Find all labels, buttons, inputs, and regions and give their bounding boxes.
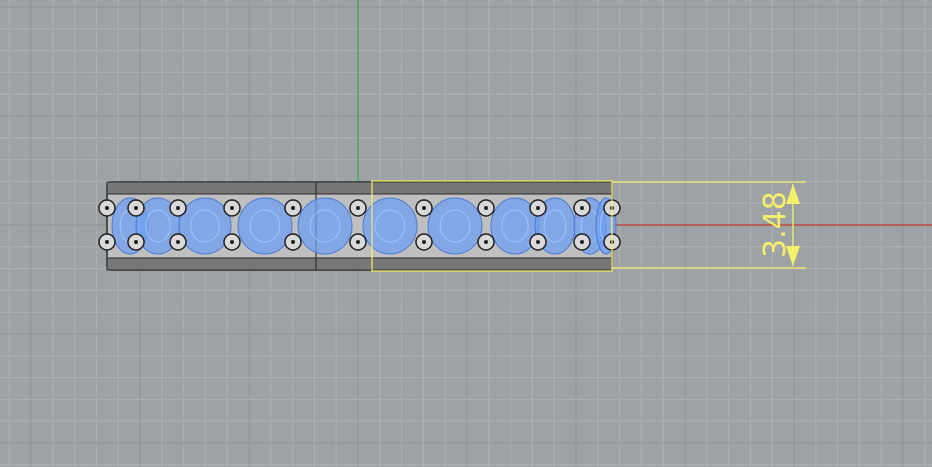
prong-center [356, 240, 360, 244]
ring-bottom-rail [106, 257, 613, 271]
prong-center [422, 240, 426, 244]
prong-center [422, 206, 426, 210]
gemstone[interactable] [427, 197, 483, 255]
prong-center [134, 206, 138, 210]
ring-top-rail [106, 181, 613, 195]
prong-center [230, 240, 234, 244]
prong-center [484, 240, 488, 244]
cad-viewport[interactable]: 3.48 [0, 0, 932, 467]
gemstone[interactable] [362, 197, 418, 255]
dimension-value[interactable]: 3.48 [758, 191, 793, 258]
prong-center [230, 206, 234, 210]
viewport-canvas[interactable]: 3.48 [0, 0, 932, 467]
eternity-ring-model[interactable] [98, 180, 621, 272]
prong-center [536, 206, 540, 210]
prong-center [134, 240, 138, 244]
prong-center [580, 240, 584, 244]
prong-center [291, 240, 295, 244]
prong-center [484, 206, 488, 210]
prong-center [176, 206, 180, 210]
prong-center [356, 206, 360, 210]
prong-center [580, 206, 584, 210]
prong-center [536, 240, 540, 244]
prong-center [176, 240, 180, 244]
gemstone[interactable] [297, 197, 353, 255]
prong-center [291, 206, 295, 210]
prong-center [105, 240, 109, 244]
prong-center [105, 206, 109, 210]
gemstone[interactable] [178, 197, 232, 255]
gemstone[interactable] [237, 197, 293, 255]
